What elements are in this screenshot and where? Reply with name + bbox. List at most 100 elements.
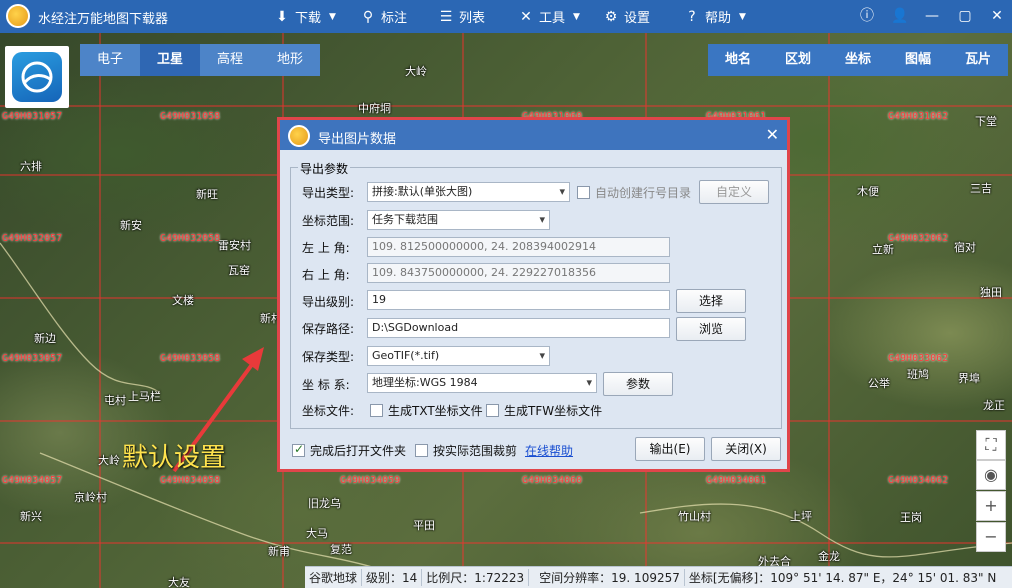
gen-txt-label: 生成TXT坐标文件 (388, 404, 483, 418)
pin-icon: ⚲ (362, 8, 374, 25)
grid-code-label: G49H032057 (2, 233, 63, 244)
open-folder-label: 完成后打开文件夹 (310, 444, 407, 458)
menu-list[interactable]: ☰ 列表 (438, 7, 486, 27)
gen-tfw-checkbox[interactable]: 生成TFW坐标文件 (486, 402, 602, 419)
checkbox-box (370, 404, 383, 417)
status-scale: 比例尺：1:72223 (422, 569, 530, 586)
custom-button[interactable]: 自定义 (699, 180, 769, 204)
checkbox-box-checked (292, 442, 305, 457)
place-label: 雷安村 (218, 239, 251, 252)
export-type-label: 导出类型: (302, 186, 355, 200)
app-logo-icon (6, 4, 30, 28)
status-level: 级别：14 (362, 569, 423, 586)
place-label: 新边 (34, 332, 56, 345)
checkbox-box (486, 404, 499, 417)
locate-icon[interactable]: ◉ (976, 460, 1006, 490)
zoom-out-button[interactable]: − (976, 522, 1006, 552)
app-logo-icon (288, 125, 310, 147)
menu-help[interactable]: ? 帮助 ▼ (684, 7, 746, 27)
fullscreen-icon[interactable]: ⛶ (976, 430, 1006, 460)
save-type-value: GeoTIF(*.tif) (372, 349, 440, 362)
open-folder-checkbox[interactable]: 完成后打开文件夹 (292, 442, 406, 459)
menu-download[interactable]: ⬇ 下载 ▼ (274, 7, 336, 27)
menu-annotate[interactable]: ⚲ 标注 (360, 7, 407, 27)
coord-range-select[interactable]: 任务下载范围 (367, 210, 550, 230)
help-icon: ? (688, 8, 696, 25)
dialog-title: 导出图片数据 (318, 132, 397, 147)
place-label: 旧龙乌 (308, 497, 341, 510)
grid-code-label: G49H031057 (2, 111, 63, 122)
grid-code-label: G49H033062 (888, 353, 949, 364)
menu-help-label: 帮助 (705, 11, 732, 26)
grid-code-label: G49H033057 (2, 353, 63, 364)
annotation-text: 默认设置 (122, 443, 227, 473)
minimize-button[interactable]: — (922, 6, 942, 26)
maximize-button[interactable]: ▢ (955, 6, 975, 26)
menu-list-label: 列表 (459, 11, 486, 26)
bottom-right-label: 右 上 角: (302, 268, 350, 282)
tab-place-names[interactable]: 地名 (708, 44, 768, 76)
close-icon[interactable]: ✕ (766, 125, 779, 144)
user-icon[interactable]: 👤 (890, 6, 910, 26)
place-label: 下堂 (975, 115, 997, 128)
gear-icon: ⚙ (604, 8, 618, 25)
status-coords: 坐标[无偏移]：109° 51' 14. 87" E，24° 15' 01. 8… (688, 571, 997, 585)
group-title: 导出参数 (298, 160, 351, 177)
crop-checkbox[interactable]: 按实际范围裁剪 (415, 442, 517, 459)
export-button[interactable]: 输出(E) (635, 437, 705, 461)
grid-code-label: G49H032062 (888, 233, 949, 244)
place-label: 中府垌 (358, 102, 391, 115)
menu-tools[interactable]: ✕ 工具 ▼ (518, 7, 580, 27)
top-left-field[interactable]: 109. 812500000000, 24. 208394002914 (367, 237, 670, 257)
export-type-value: 拼接:默认(单张大图) (372, 185, 473, 198)
place-label: 新安 (120, 219, 142, 232)
place-label: 文楼 (172, 294, 194, 307)
zoom-in-button[interactable]: + (976, 491, 1006, 521)
crs-label: 坐 标 系: (302, 378, 350, 392)
place-label: 复范 (330, 543, 352, 556)
tab-coordinates[interactable]: 坐标 (828, 44, 888, 76)
params-button[interactable]: 参数 (603, 372, 673, 396)
save-path-field[interactable]: D:\SGDownload (367, 318, 670, 338)
close-window-button[interactable]: ✕ (987, 6, 1007, 26)
tab-satellite[interactable]: 卫星 (140, 44, 200, 76)
crs-select[interactable]: 地理坐标:WGS 1984 (367, 373, 597, 393)
tab-elevation[interactable]: 高程 (200, 44, 260, 76)
tab-sheets[interactable]: 图幅 (888, 44, 948, 76)
title-bar: 水经注万能地图下载器 ⬇ 下载 ▼ ⚲ 标注 ☰ 列表 ✕ 工具 ▼ ⚙ 设置 … (0, 0, 1012, 33)
chevron-down-icon: ▼ (573, 11, 580, 22)
tab-divisions[interactable]: 区划 (768, 44, 828, 76)
grid-code-label: G49H034062 (888, 475, 949, 486)
save-type-select[interactable]: GeoTIF(*.tif) (367, 346, 550, 366)
menu-settings[interactable]: ⚙ 设置 (603, 7, 650, 27)
info-icon[interactable]: ⓘ (857, 6, 877, 26)
grid-code-label: G49H031058 (160, 111, 221, 122)
select-button[interactable]: 选择 (676, 289, 746, 313)
tab-tiles[interactable]: 瓦片 (948, 44, 1008, 76)
place-label: 大友 (168, 576, 190, 588)
export-image-dialog: 导出图片数据 ✕ 导出参数 导出类型: 拼接:默认(单张大图) 自动创建行号目录… (277, 117, 790, 472)
export-level-label: 导出级别: (302, 295, 355, 309)
place-label: 屯村 (104, 394, 126, 407)
export-type-select[interactable]: 拼接:默认(单张大图) (367, 182, 570, 202)
grid-code-label: G49H034061 (706, 475, 767, 486)
auto-dir-checkbox[interactable]: 自动创建行号目录 (577, 184, 691, 201)
grid-code-label: G49H034059 (340, 475, 401, 486)
place-label: 班鸠 (907, 368, 929, 381)
place-label: 六排 (20, 160, 42, 173)
export-level-field[interactable]: 19 (367, 290, 670, 310)
gen-txt-checkbox[interactable]: 生成TXT坐标文件 (370, 402, 483, 419)
auto-dir-label: 自动创建行号目录 (595, 186, 692, 200)
globe-icon (12, 52, 62, 102)
close-button[interactable]: 关闭(X) (711, 437, 781, 461)
menu-tools-label: 工具 (539, 11, 566, 26)
online-help-link[interactable]: 在线帮助 (525, 442, 573, 459)
browse-button[interactable]: 浏览 (676, 317, 746, 341)
tab-terrain[interactable]: 地形 (260, 44, 320, 76)
save-type-label: 保存类型: (302, 350, 355, 364)
tab-electronic[interactable]: 电子 (80, 44, 140, 76)
coord-range-value: 任务下载范围 (372, 213, 438, 226)
list-icon: ☰ (439, 8, 453, 25)
app-window: 水经注万能地图下载器 ⬇ 下载 ▼ ⚲ 标注 ☰ 列表 ✕ 工具 ▼ ⚙ 设置 … (0, 0, 1012, 588)
bottom-right-field[interactable]: 109. 843750000000, 24. 229227018356 (367, 263, 670, 283)
